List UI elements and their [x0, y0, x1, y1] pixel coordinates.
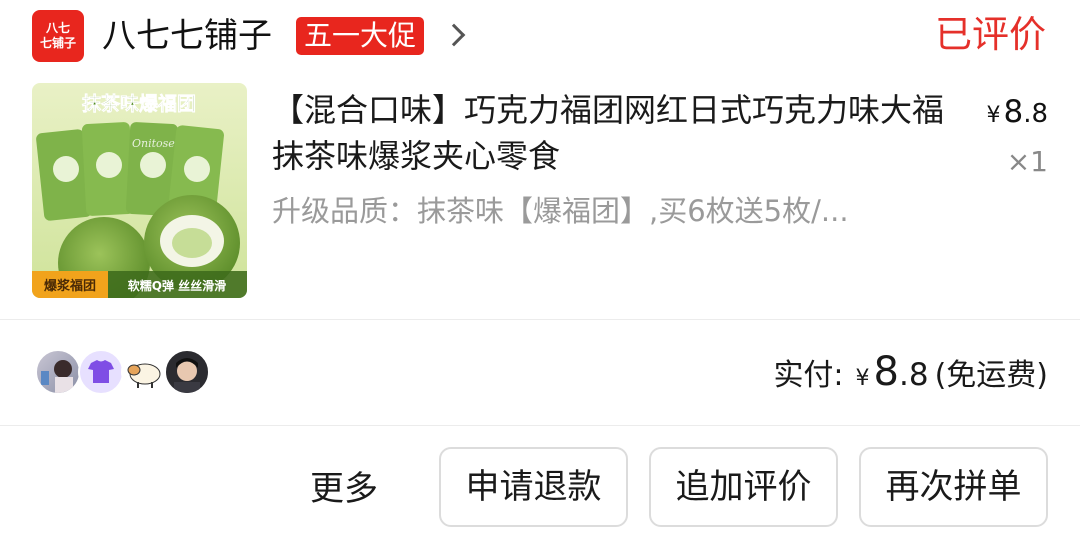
order-status: 已评价	[935, 13, 1046, 56]
product-image[interactable]: 抹茶味爆福团 Onitose 爆浆福团 软糯Q弹 丝丝滑滑	[32, 83, 247, 298]
image-bottom-right-text: 软糯Q弹 丝丝滑滑	[128, 278, 226, 293]
image-bottom-left-text: 爆浆福团	[44, 278, 96, 294]
avatar[interactable]	[121, 349, 167, 395]
avatar[interactable]	[35, 349, 81, 395]
avatar[interactable]	[164, 349, 210, 395]
chevron-right-icon[interactable]	[442, 23, 466, 47]
unit-price: ¥8.8	[986, 90, 1048, 138]
divider	[0, 319, 1080, 320]
paid-amount-int: 8	[873, 349, 899, 395]
image-package-text: Onitose	[132, 137, 175, 150]
rebuy-button[interactable]: 再次拼单	[859, 447, 1048, 527]
price-dec: .8	[1023, 99, 1048, 129]
add-review-button[interactable]: 追加评价	[649, 447, 838, 527]
shop-logo-line1: 八七	[45, 21, 70, 35]
product-title[interactable]: 【混合口味】巧克力福团网红日式巧克力味大福抹茶味爆浆夹心零食	[272, 87, 952, 179]
price-int: 8	[1003, 94, 1024, 130]
avatar[interactable]	[78, 349, 124, 395]
promo-badge[interactable]: 五一大促	[296, 17, 425, 55]
paid-label: 实付:	[773, 358, 844, 393]
payment-summary: 实付: ¥ 8 .8 (免运费)	[773, 347, 1048, 404]
paid-currency: ¥	[855, 366, 870, 391]
shop-logo-line2: 七铺子	[39, 36, 76, 50]
product-sku: 升级品质：抹茶味【爆福团】,买6枚送5枚/...	[272, 194, 849, 228]
quantity: ×1	[1006, 145, 1048, 178]
divider	[0, 425, 1080, 426]
price-column: ¥8.8 ×1	[986, 90, 1048, 182]
currency-symbol: ¥	[986, 103, 1001, 128]
shop-name[interactable]: 八七七铺子	[102, 12, 272, 60]
image-title-text: 抹茶味爆福团	[82, 92, 196, 115]
group-avatars[interactable]	[35, 349, 210, 395]
shipping-note: (免运费)	[934, 358, 1048, 393]
more-link[interactable]: 更多	[310, 465, 378, 513]
shop-logo[interactable]: 八七 七铺子	[32, 10, 84, 62]
paid-amount-dec: .8	[899, 357, 929, 393]
request-refund-button[interactable]: 申请退款	[439, 447, 628, 527]
